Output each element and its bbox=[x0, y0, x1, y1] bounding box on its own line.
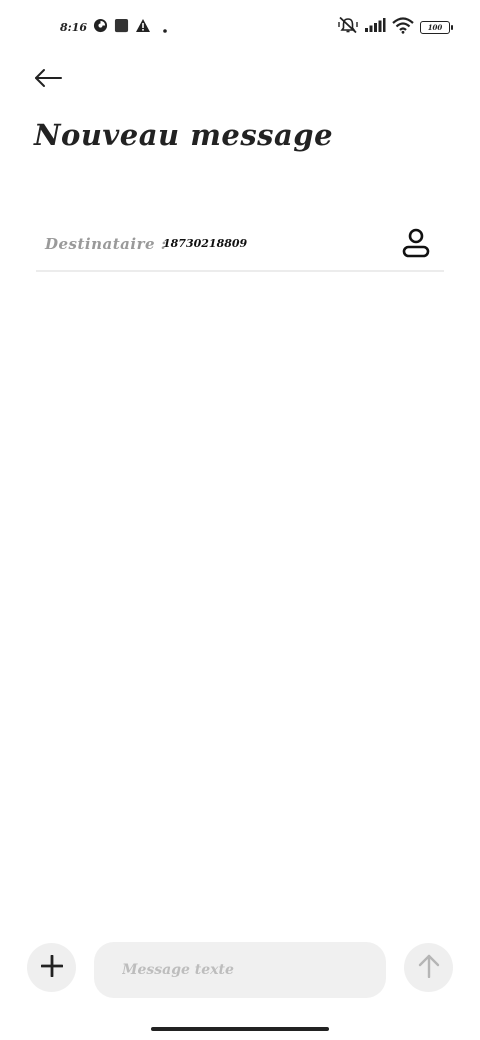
recipient-label: Destinataire : bbox=[45, 235, 167, 253]
vibrate-off-icon bbox=[338, 16, 358, 38]
battery-level: 100 bbox=[427, 22, 443, 32]
page-title: Nouveau message bbox=[34, 118, 334, 152]
contact-picker-button[interactable] bbox=[400, 228, 432, 262]
status-time: 8:16 bbox=[60, 20, 88, 34]
plus-icon bbox=[40, 954, 63, 981]
recipient-field[interactable]: Destinataire : 18730218809 bbox=[36, 220, 444, 272]
back-arrow-icon bbox=[34, 68, 62, 92]
battery-icon: 100 bbox=[420, 20, 453, 34]
status-right: 100 bbox=[338, 16, 453, 38]
screen: 8:16 100 Nouveau message Destinataire: … bbox=[0, 0, 480, 1040]
send-arrow-up-icon bbox=[418, 954, 440, 982]
square-notification-icon bbox=[114, 18, 129, 37]
home-indicator[interactable] bbox=[151, 1027, 329, 1031]
status-left: 8:16 bbox=[60, 17, 167, 37]
dot-icon bbox=[163, 18, 167, 37]
data-saver-icon bbox=[93, 18, 108, 37]
wifi-icon bbox=[392, 16, 414, 38]
add-attachment-button[interactable] bbox=[27, 943, 76, 992]
back-button[interactable] bbox=[30, 64, 66, 96]
signal-icon bbox=[364, 17, 386, 37]
status-bar: 8:16 100 bbox=[0, 0, 480, 56]
warning-icon bbox=[135, 18, 151, 37]
recipient-value[interactable]: 18730218809 bbox=[163, 237, 247, 250]
person-icon bbox=[402, 228, 430, 262]
send-button[interactable] bbox=[404, 943, 453, 992]
message-input[interactable] bbox=[94, 942, 386, 998]
